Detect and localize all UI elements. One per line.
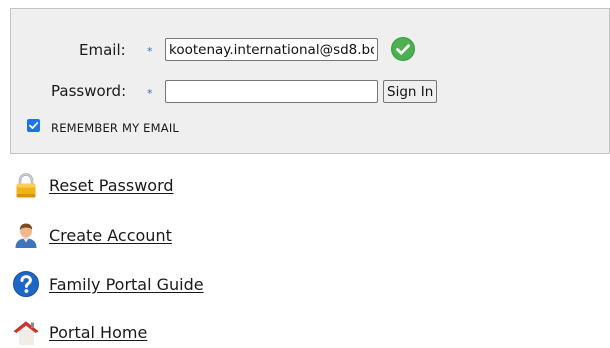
reset-password-link-item[interactable]: Reset Password [10,171,330,201]
padlock-icon [16,173,36,198]
question-circle-icon [13,271,39,297]
user-icon [15,223,37,248]
password-label: Password: [51,82,127,100]
reset-password-link[interactable]: Reset Password [49,176,174,196]
login-panel: Email: * Password: * Sign In REMEMBER MY… [10,8,610,154]
create-account-link-item[interactable]: Create Account [10,221,330,251]
family-portal-guide-link-item[interactable]: Family Portal Guide [10,270,330,300]
family-portal-guide-link[interactable]: Family Portal Guide [49,275,204,295]
create-account-link[interactable]: Create Account [49,226,172,246]
sign-in-button[interactable]: Sign In [383,80,438,103]
password-field[interactable] [165,80,378,103]
check-circle-icon [391,37,415,61]
house-icon [13,321,39,345]
remember-email-label: REMEMBER MY EMAIL [51,121,180,135]
portal-home-link[interactable]: Portal Home [49,323,147,343]
email-required-marker: * [147,45,153,58]
password-required-marker: * [147,87,153,100]
portal-home-link-item[interactable]: Portal Home [10,318,330,348]
checkmark-icon [29,122,39,129]
email-label: Email: [79,41,126,59]
email-field[interactable] [165,38,378,61]
remember-email-checkbox[interactable] [27,119,40,132]
